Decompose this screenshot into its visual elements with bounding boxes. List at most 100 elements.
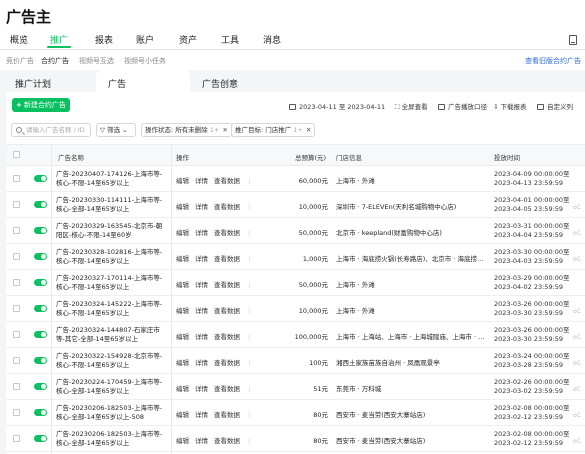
nav-account[interactable]: 账户 [136,33,154,46]
broadcast-caliber-button[interactable]: 广告播放口径 [438,101,487,111]
tab-ads[interactable]: 广告 [96,70,190,92]
nav-messages[interactable]: 消息 [263,33,281,46]
row-checkbox[interactable] [13,175,20,182]
ad-status-toggle[interactable] [34,279,47,286]
more-icon[interactable]: ⋮ [246,333,253,341]
view-data-link[interactable]: 查看数据 [214,359,240,367]
edit-link[interactable]: 编辑 [176,385,189,393]
ad-name[interactable]: 广告-20230329-163545-北京市-朝阳区-核心-不限-14至60岁 [56,222,166,240]
detail-link[interactable]: 详情 [195,359,208,367]
row-checkbox[interactable] [13,331,20,338]
edit-link[interactable]: 编辑 [176,255,189,263]
more-icon[interactable]: ⋮ [246,229,253,237]
ad-status-toggle[interactable] [34,383,47,390]
ad-name[interactable]: 广告-20230324-145222-上海市等-核心-不限-14至65岁以上 [56,300,166,318]
subnav-contract-ads[interactable]: 合约广告 [41,56,69,66]
detail-link[interactable]: 详情 [195,203,208,211]
edit-link[interactable]: 编辑 [176,333,189,341]
more-icon[interactable]: ⋮ [246,281,253,289]
row-checkbox[interactable] [13,279,20,286]
more-icon[interactable]: ⋮ [246,437,253,445]
row-checkbox[interactable] [13,253,20,260]
view-data-link[interactable]: 查看数据 [214,229,240,237]
view-data-link[interactable]: 查看数据 [214,177,240,185]
fullscreen-button[interactable]: ⛶ 全屏查看 [395,101,428,112]
header-budget[interactable]: 总预算(元) [295,152,326,162]
edit-link[interactable]: 编辑 [176,359,189,367]
view-data-link[interactable]: 查看数据 [214,203,240,211]
view-data-link[interactable]: 查看数据 [214,437,240,445]
view-data-link[interactable]: 查看数据 [214,411,240,419]
nav-overview[interactable]: 概览 [10,33,28,46]
detail-link[interactable]: 详情 [195,385,208,393]
more-icon[interactable]: ⋮ [246,307,253,315]
close-icon[interactable]: ✕ [306,126,311,134]
detail-link[interactable]: 详情 [195,411,208,419]
more-icon[interactable]: ⋮ [246,411,253,419]
ad-name[interactable]: 广告-20230327-170114-上海市等-核心-不限-14至65岁以上 [56,274,166,292]
filter-button[interactable]: ▽ 筛选 ⌄ [96,123,136,137]
subnav-bidding-ads[interactable]: 竞价广告 [6,56,34,66]
new-contract-ad-button[interactable]: + 新建合约广告 [12,98,70,112]
edit-link[interactable]: 编辑 [176,437,189,445]
download-report-button[interactable]: ⇩ 下载报表 [493,101,527,111]
tab-plan[interactable]: 推广计划 [15,70,95,92]
more-icon[interactable]: ⋮ [246,177,253,185]
detail-link[interactable]: 详情 [195,333,208,341]
view-data-link[interactable]: 查看数据 [214,307,240,315]
detail-link[interactable]: 详情 [195,437,208,445]
status-filter-chip[interactable]: 操作状态: 所有未删除 1+ ✕ [141,123,232,137]
ad-status-toggle[interactable] [34,201,47,208]
row-checkbox[interactable] [13,201,20,208]
detail-link[interactable]: 详情 [195,307,208,315]
edit-link[interactable]: 编辑 [176,281,189,289]
ad-name[interactable]: 广告-20230206-182503-上海市等-核心-全部-14至65岁以上 [56,430,166,448]
ad-status-toggle[interactable] [34,435,47,442]
ad-name[interactable]: 广告-20230407-174126-上海市等-核心-不限-14至65岁以上 [56,170,166,188]
close-icon[interactable]: ✕ [222,126,227,134]
nav-assets[interactable]: 资产 [179,33,197,46]
ad-status-toggle[interactable] [34,409,47,416]
more-icon[interactable]: ⋮ [246,203,253,211]
view-data-link[interactable]: 查看数据 [214,255,240,263]
ad-status-toggle[interactable] [34,227,47,234]
ad-status-toggle[interactable] [34,331,47,338]
ad-status-toggle[interactable] [34,357,47,364]
ad-name[interactable]: 广告-20230206-182503-上海市等-核心-全部-14至65岁以上-5… [56,404,166,422]
ad-name[interactable]: 广告-20230322-154928-北京市等-核心-不限-14至65岁以上 [56,352,166,370]
edit-link[interactable]: 编辑 [176,229,189,237]
nav-promotion[interactable]: 推广 [50,33,68,46]
row-checkbox[interactable] [13,227,20,234]
detail-link[interactable]: 详情 [195,229,208,237]
ad-status-toggle[interactable] [34,305,47,312]
view-data-link[interactable]: 查看数据 [214,281,240,289]
edit-link[interactable]: 编辑 [176,307,189,315]
more-icon[interactable]: ⋮ [246,385,253,393]
custom-columns-button[interactable]: 自定义列 [537,101,573,111]
edit-link[interactable]: 编辑 [176,411,189,419]
detail-link[interactable]: 详情 [195,281,208,289]
nav-tools[interactable]: 工具 [221,33,239,46]
row-checkbox[interactable] [13,305,20,312]
more-icon[interactable]: ⋮ [246,359,253,367]
ad-name[interactable]: 广告-20230328-102816-上海市等-核心-不限-14至65岁以上 [56,248,166,266]
view-data-link[interactable]: 查看数据 [214,385,240,393]
tab-creatives[interactable]: 广告创意 [202,70,272,92]
select-all-checkbox[interactable] [13,151,20,158]
view-data-link[interactable]: 查看数据 [214,333,240,341]
header-time[interactable]: 投放时间 [494,152,520,162]
detail-link[interactable]: 详情 [195,177,208,185]
row-checkbox[interactable] [13,409,20,416]
old-contract-ads-link[interactable]: 查看旧版合约广告 [525,56,581,66]
subnav-channel-select[interactable]: 视频号互选 [79,56,114,66]
detail-link[interactable]: 详情 [195,255,208,263]
ad-status-toggle[interactable] [34,175,47,182]
row-checkbox[interactable] [13,383,20,390]
row-checkbox[interactable] [13,357,20,364]
date-range-picker[interactable]: 2023-04-11 至 2023-04-11 [289,101,385,111]
target-filter-chip[interactable]: 推广目标: 门店推广 1+ ✕ [231,123,316,137]
subnav-channel-task[interactable]: 视频号小任务 [124,56,166,66]
edit-link[interactable]: 编辑 [176,203,189,211]
row-checkbox[interactable] [13,435,20,442]
ad-status-toggle[interactable] [34,253,47,260]
